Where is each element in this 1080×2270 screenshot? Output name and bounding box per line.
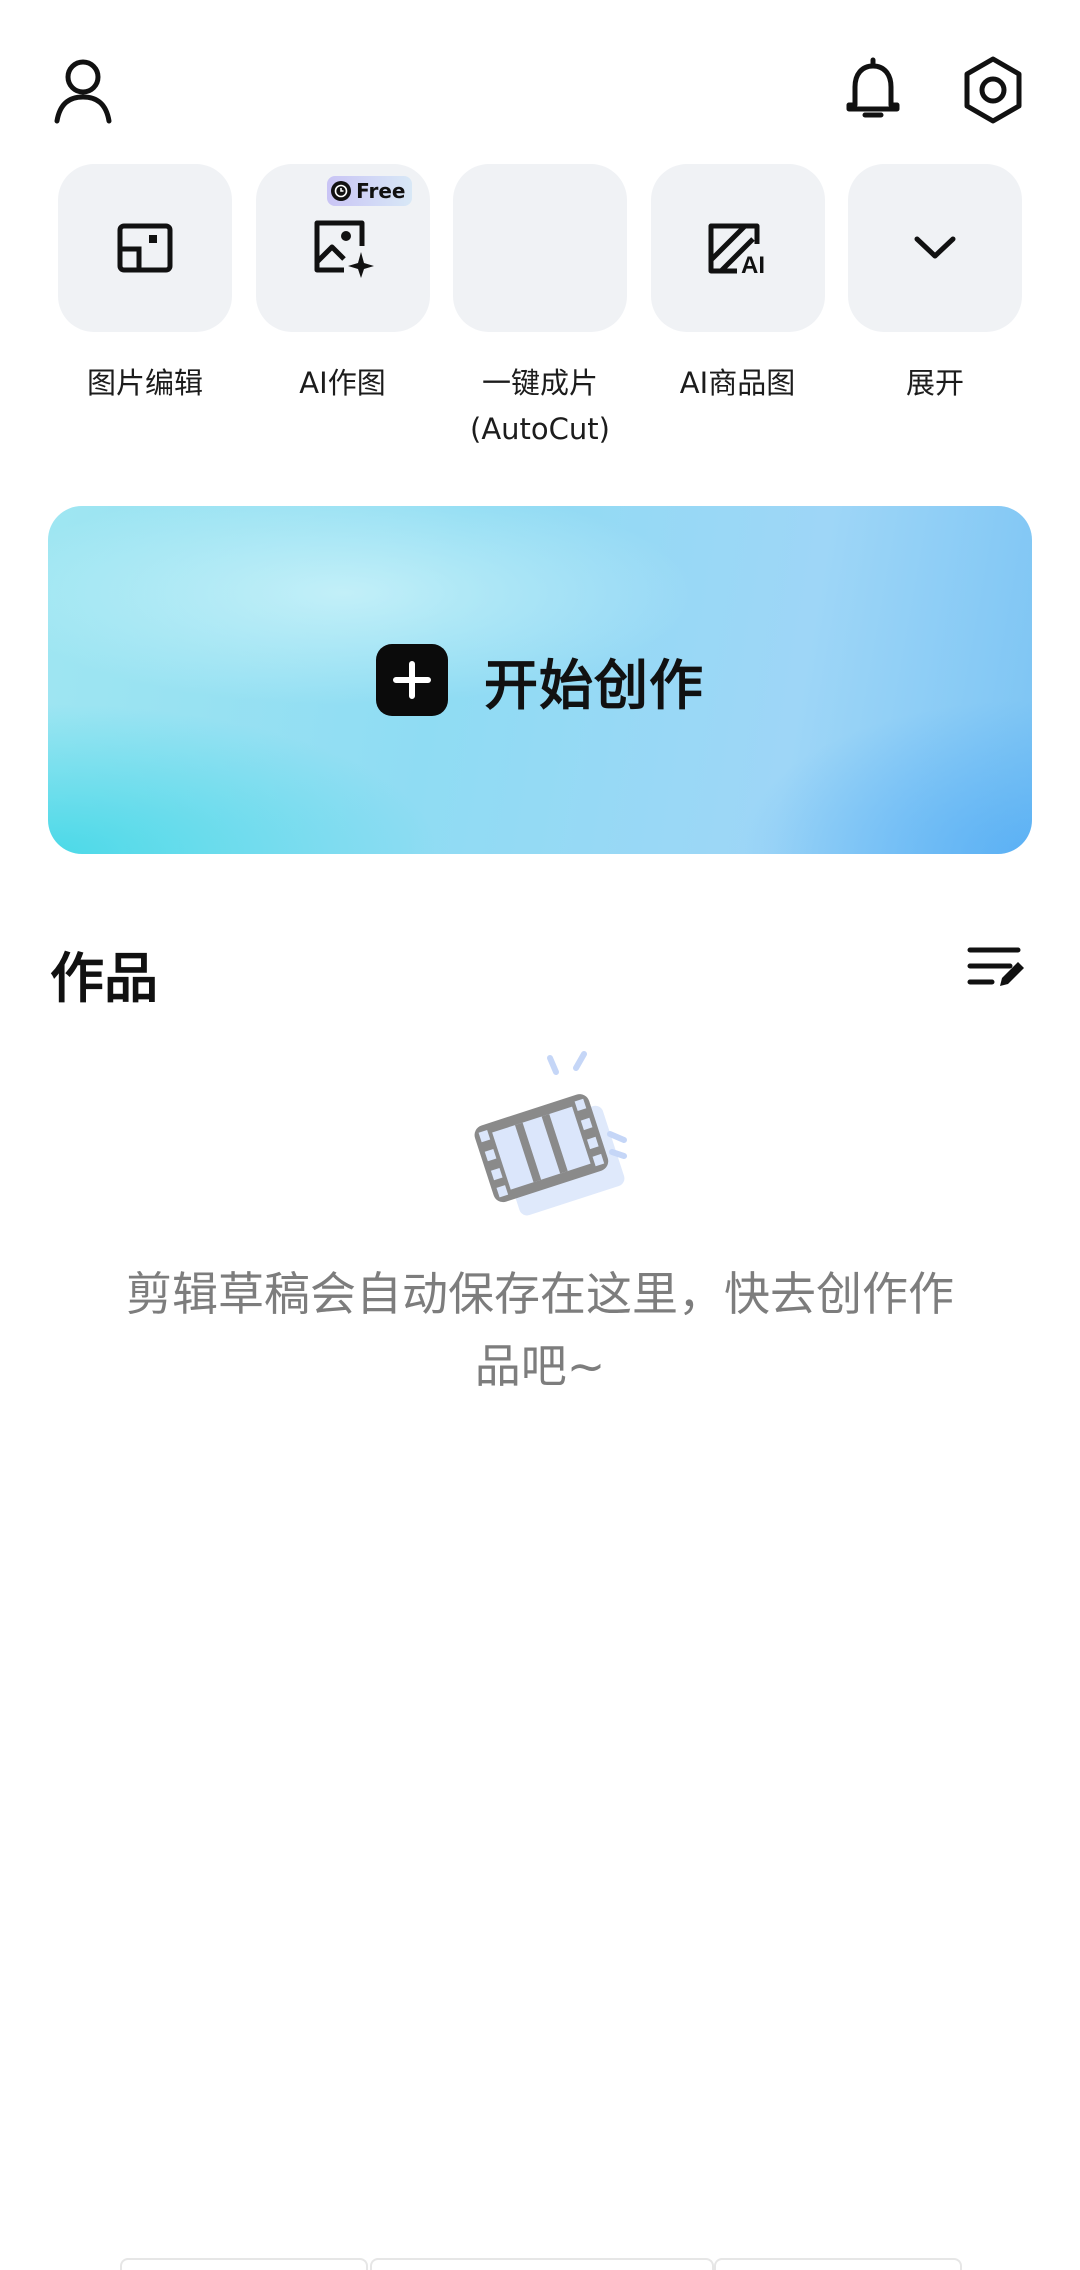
- notification-button[interactable]: [840, 56, 906, 124]
- ai-product-icon: AI: [708, 223, 765, 274]
- tool-label-line1: 一键成片: [481, 366, 598, 400]
- clock-icon: [331, 181, 352, 201]
- badge-label: Free: [356, 179, 406, 203]
- works-title: 作品: [50, 947, 158, 1010]
- tool-ai-product[interactable]: AI AI商品图: [650, 164, 825, 452]
- tool-photo-edit[interactable]: 图片编辑: [58, 164, 232, 452]
- tool-expand[interactable]: 展开: [848, 164, 1022, 452]
- tool-label: AI商品图: [679, 366, 796, 400]
- chevron-down-icon: [914, 236, 956, 259]
- svg-text:AI: AI: [741, 252, 765, 274]
- tool-tile: [848, 164, 1022, 332]
- edit-list-icon[interactable]: [966, 944, 1026, 996]
- tool-label: AI作图: [299, 366, 386, 400]
- free-badge: Free: [327, 176, 412, 206]
- tool-label: 一键成片 (AutoCut): [470, 360, 610, 452]
- tool-ai-image[interactable]: Free AI作图: [255, 164, 430, 452]
- tool-autocut[interactable]: 一键成片 (AutoCut): [453, 164, 627, 452]
- bell-icon: [846, 57, 900, 118]
- quick-tools-row: 图片编辑 Free AI作图 一键成片 (AutoCut) AI AI商品图 展…: [58, 164, 1022, 452]
- profile-button[interactable]: [50, 56, 116, 126]
- empty-state-message: 剪辑草稿会自动保存在这里，快去创作作品吧~: [126, 1267, 954, 1393]
- bottom-tab-fragment: [120, 2258, 368, 2270]
- settings-button[interactable]: [958, 54, 1028, 126]
- person-icon: [54, 59, 112, 124]
- start-create-button[interactable]: 开始创作: [48, 506, 1032, 854]
- tool-tile: [58, 164, 232, 332]
- bottom-tab-fragment: [370, 2258, 714, 2270]
- tool-tile: AI: [650, 164, 825, 332]
- tool-label-line2: (AutoCut): [470, 412, 610, 446]
- photo-edit-icon: [117, 223, 173, 273]
- film-illustration-icon: [462, 1050, 642, 1234]
- tool-label: 图片编辑: [86, 366, 203, 400]
- bottom-tab-fragment: [714, 2258, 962, 2270]
- tool-tile: [453, 164, 627, 332]
- plus-icon: [376, 644, 448, 716]
- ai-image-icon: [314, 220, 374, 278]
- start-create-label: 开始创作: [484, 653, 704, 717]
- tool-tile: Free: [255, 164, 430, 332]
- hexagon-settings-icon: [964, 56, 1022, 124]
- tool-label: 展开: [905, 366, 964, 400]
